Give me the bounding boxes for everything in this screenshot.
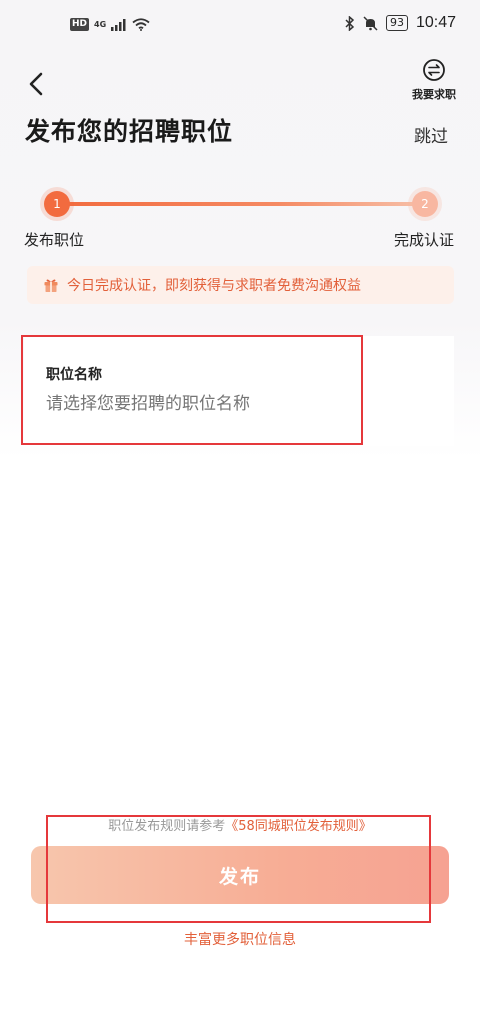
publish-button[interactable]: 发布 — [31, 846, 449, 904]
wifi-icon — [132, 18, 150, 31]
step-2-label: 完成认证 — [393, 231, 454, 249]
progress-steps: 1 2 发布职位 完成认证 — [24, 185, 456, 255]
swap-icon — [423, 59, 445, 81]
position-form-card: 职位名称 — [24, 336, 454, 446]
skip-button[interactable]: 跳过 — [414, 122, 448, 147]
hd-badge: HD — [70, 18, 90, 31]
position-name-label: 职位名称 — [46, 367, 102, 383]
battery-indicator: 93 — [385, 15, 408, 31]
clock: 10:47 — [415, 14, 456, 31]
status-bar: HD 4G 93 10:47 — [0, 0, 480, 56]
rules-prefix: 职位发布规则请参考 — [108, 819, 226, 834]
bluetooth-icon — [345, 15, 355, 31]
step-2-indicator: 2 — [412, 191, 438, 217]
switch-to-jobseeker-button[interactable]: 我要求职 — [404, 58, 464, 102]
network-type: 4G — [94, 20, 107, 29]
step-1-label: 发布职位 — [24, 231, 85, 249]
step-progress-line — [56, 202, 426, 206]
gift-icon — [44, 279, 58, 292]
step-1-indicator: 1 — [44, 191, 70, 217]
switch-role-label: 我要求职 — [412, 88, 456, 101]
chevron-left-icon — [29, 72, 43, 96]
page-title: 发布您的招聘职位 — [25, 117, 234, 146]
rules-link[interactable]: 《58同城职位发布规则》 — [225, 819, 372, 834]
status-right: 93 10:47 — [345, 14, 456, 32]
promo-text: 今日完成认证，即刻获得与求职者免费沟通权益 — [67, 278, 361, 294]
signal-icon — [111, 18, 126, 31]
back-button[interactable] — [20, 66, 52, 102]
publish-rules-line: 职位发布规则请参考《58同城职位发布规则》 — [0, 815, 480, 834]
status-left: HD 4G — [70, 18, 150, 31]
promo-banner: 今日完成认证，即刻获得与求职者免费沟通权益 — [27, 266, 454, 304]
more-position-info-link[interactable]: 丰富更多职位信息 — [0, 929, 480, 949]
position-name-input[interactable] — [46, 394, 426, 414]
mute-bell-icon — [363, 15, 378, 31]
